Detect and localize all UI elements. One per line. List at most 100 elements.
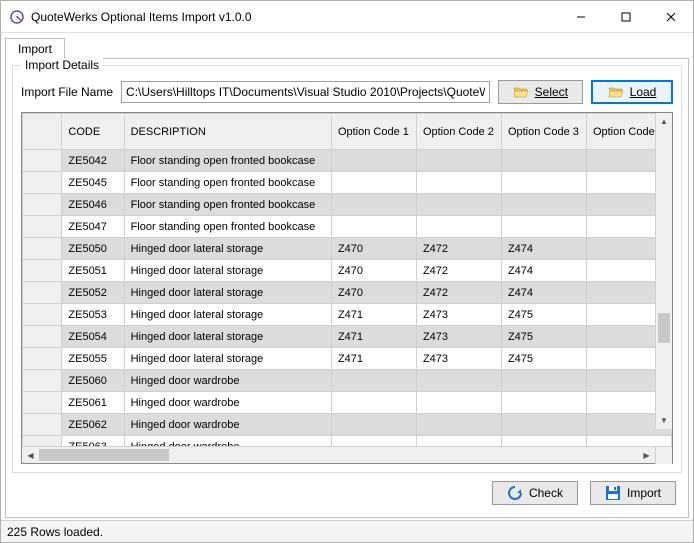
row-header-cell[interactable] (23, 370, 62, 392)
cell-opt3[interactable] (501, 392, 586, 414)
cell-opt1[interactable]: Z471 (331, 326, 416, 348)
cell-opt3[interactable] (501, 172, 586, 194)
cell-opt3[interactable]: Z474 (501, 260, 586, 282)
vertical-scrollbar[interactable]: ▲ ▼ (655, 113, 672, 429)
cell-code[interactable]: ZE5045 (62, 172, 124, 194)
scroll-up-arrow[interactable]: ▲ (656, 113, 672, 130)
table-row[interactable]: ZE5060Hinged door wardrobe (23, 370, 672, 392)
table-row[interactable]: ZE5051Hinged door lateral storageZ470Z47… (23, 260, 672, 282)
minimize-button[interactable] (558, 2, 603, 32)
cell-opt1[interactable] (331, 150, 416, 172)
vertical-scroll-thumb[interactable] (658, 313, 670, 343)
cell-code[interactable]: ZE5042 (62, 150, 124, 172)
table-row[interactable]: ZE5042Floor standing open fronted bookca… (23, 150, 672, 172)
cell-opt2[interactable]: Z473 (416, 304, 501, 326)
load-button[interactable]: Load (591, 80, 673, 104)
check-button[interactable]: Check (492, 481, 578, 505)
cell-description[interactable]: Hinged door lateral storage (124, 304, 331, 326)
cell-opt1[interactable] (331, 392, 416, 414)
header-opt2[interactable]: Option Code 2 (416, 114, 501, 150)
table-row[interactable]: ZE5045Floor standing open fronted bookca… (23, 172, 672, 194)
cell-opt3[interactable]: Z474 (501, 282, 586, 304)
table-row[interactable]: ZE5053Hinged door lateral storageZ471Z47… (23, 304, 672, 326)
cell-opt3[interactable]: Z475 (501, 326, 586, 348)
table-row[interactable]: ZE5052Hinged door lateral storageZ470Z47… (23, 282, 672, 304)
cell-description[interactable]: Hinged door lateral storage (124, 238, 331, 260)
table-row[interactable]: ZE5050Hinged door lateral storageZ470Z47… (23, 238, 672, 260)
cell-code[interactable]: ZE5051 (62, 260, 124, 282)
cell-code[interactable]: ZE5055 (62, 348, 124, 370)
cell-opt2[interactable] (416, 194, 501, 216)
header-opt3[interactable]: Option Code 3 (501, 114, 586, 150)
row-header-cell[interactable] (23, 194, 62, 216)
cell-description[interactable]: Hinged door lateral storage (124, 348, 331, 370)
table-row[interactable]: ZE5055Hinged door lateral storageZ471Z47… (23, 348, 672, 370)
import-button[interactable]: Import (590, 481, 676, 505)
header-description[interactable]: DESCRIPTION (124, 114, 331, 150)
cell-opt2[interactable]: Z473 (416, 348, 501, 370)
header-rowhead[interactable] (23, 114, 62, 150)
cell-code[interactable]: ZE5063 (62, 436, 124, 447)
cell-code[interactable]: ZE5061 (62, 392, 124, 414)
cell-opt2[interactable] (416, 414, 501, 436)
cell-description[interactable]: Floor standing open fronted bookcase (124, 216, 331, 238)
cell-opt3[interactable] (501, 216, 586, 238)
cell-opt3[interactable] (501, 436, 586, 447)
cell-code[interactable]: ZE5062 (62, 414, 124, 436)
cell-opt2[interactable]: Z472 (416, 260, 501, 282)
cell-opt1[interactable] (331, 436, 416, 447)
cell-opt2[interactable] (416, 436, 501, 447)
cell-code[interactable]: ZE5050 (62, 238, 124, 260)
cell-opt3[interactable] (501, 414, 586, 436)
row-header-cell[interactable] (23, 436, 62, 447)
cell-code[interactable]: ZE5054 (62, 326, 124, 348)
cell-opt2[interactable] (416, 172, 501, 194)
tab-import[interactable]: Import (5, 38, 65, 59)
cell-opt2[interactable]: Z472 (416, 238, 501, 260)
close-button[interactable] (648, 2, 693, 32)
row-header-cell[interactable] (23, 150, 62, 172)
cell-opt1[interactable]: Z471 (331, 304, 416, 326)
cell-opt1[interactable] (331, 414, 416, 436)
cell-opt1[interactable] (331, 172, 416, 194)
cell-opt1[interactable]: Z470 (331, 260, 416, 282)
horizontal-scrollbar[interactable]: ◀ ▶ (22, 446, 672, 463)
cell-code[interactable]: ZE5047 (62, 216, 124, 238)
row-header-cell[interactable] (23, 304, 62, 326)
scroll-left-arrow[interactable]: ◀ (22, 447, 39, 464)
horizontal-scroll-thumb[interactable] (39, 449, 169, 461)
header-opt1[interactable]: Option Code 1 (331, 114, 416, 150)
cell-description[interactable]: Hinged door lateral storage (124, 260, 331, 282)
row-header-cell[interactable] (23, 392, 62, 414)
select-button[interactable]: Select (498, 80, 583, 104)
row-header-cell[interactable] (23, 172, 62, 194)
maximize-button[interactable] (603, 2, 648, 32)
row-header-cell[interactable] (23, 260, 62, 282)
cell-description[interactable]: Hinged door wardrobe (124, 392, 331, 414)
cell-opt1[interactable]: Z470 (331, 282, 416, 304)
table-row[interactable]: ZE5047Floor standing open fronted bookca… (23, 216, 672, 238)
cell-description[interactable]: Floor standing open fronted bookcase (124, 150, 331, 172)
cell-opt3[interactable]: Z474 (501, 238, 586, 260)
cell-opt1[interactable]: Z471 (331, 348, 416, 370)
cell-opt2[interactable] (416, 216, 501, 238)
cell-code[interactable]: ZE5046 (62, 194, 124, 216)
cell-opt1[interactable] (331, 370, 416, 392)
cell-description[interactable]: Hinged door lateral storage (124, 282, 331, 304)
cell-opt3[interactable] (501, 150, 586, 172)
cell-description[interactable]: Floor standing open fronted bookcase (124, 172, 331, 194)
cell-opt2[interactable]: Z473 (416, 326, 501, 348)
cell-opt1[interactable] (331, 194, 416, 216)
cell-opt2[interactable] (416, 392, 501, 414)
table-row[interactable]: ZE5054Hinged door lateral storageZ471Z47… (23, 326, 672, 348)
cell-opt3[interactable]: Z475 (501, 348, 586, 370)
cell-description[interactable]: Hinged door wardrobe (124, 436, 331, 447)
row-header-cell[interactable] (23, 238, 62, 260)
cell-description[interactable]: Hinged door wardrobe (124, 370, 331, 392)
cell-opt2[interactable] (416, 150, 501, 172)
cell-opt3[interactable]: Z475 (501, 304, 586, 326)
cell-opt3[interactable] (501, 194, 586, 216)
cell-opt1[interactable]: Z470 (331, 238, 416, 260)
cell-code[interactable]: ZE5060 (62, 370, 124, 392)
table-row[interactable]: ZE5046Floor standing open fronted bookca… (23, 194, 672, 216)
